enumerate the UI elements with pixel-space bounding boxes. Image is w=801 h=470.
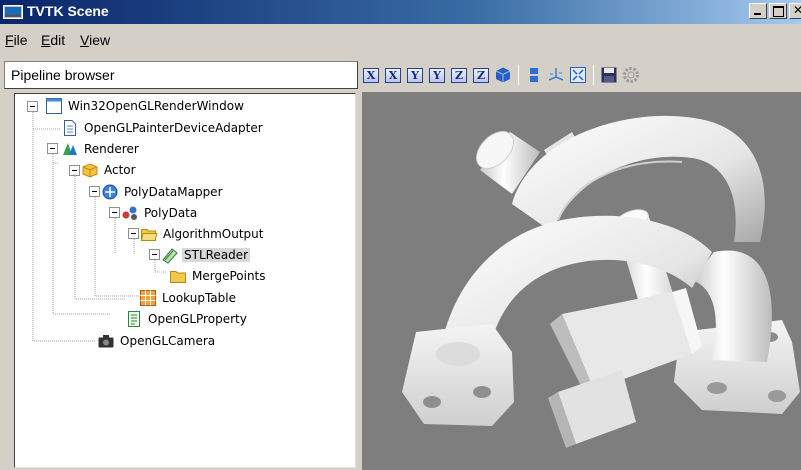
tree-node-label: OpenGLProperty	[148, 312, 247, 326]
lookup-table-icon	[140, 290, 156, 306]
view-minus-y-button[interactable]: Y	[428, 66, 446, 84]
app-icon	[3, 5, 23, 19]
view-z-icon: Z	[451, 67, 467, 83]
camera-icon	[98, 335, 114, 348]
tree-node-label: PolyData	[144, 206, 198, 220]
render-viewport[interactable]	[362, 92, 801, 470]
window-icon	[46, 98, 62, 114]
tree-node-label: PolyDataMapper	[124, 185, 223, 199]
configure-scene-button[interactable]	[622, 66, 640, 84]
tree-node-openglproperty[interactable]: OpenGLProperty	[125, 309, 249, 329]
minimize-button[interactable]	[749, 3, 767, 19]
gear-icon	[623, 67, 639, 83]
tree-node-openglpainterdeviceadapter[interactable]: OpenGLPainterDeviceAdapter	[61, 118, 265, 138]
toolbar-separator	[518, 65, 519, 85]
tree-node-label: Win32OpenGLRenderWindow	[68, 99, 244, 113]
view-minus-z-button[interactable]: Z	[472, 66, 490, 84]
view-plus-x-button[interactable]: X	[362, 66, 380, 84]
show-axes-button[interactable]	[547, 66, 565, 84]
view-minus-x-button[interactable]: X	[384, 66, 402, 84]
tree-node-label: LookupTable	[162, 291, 236, 305]
tree-node-label: OpenGLCamera	[120, 334, 216, 348]
title-bar[interactable]: TVTK Scene	[0, 0, 801, 24]
tree-node-lookuptable[interactable]: LookupTable	[139, 288, 238, 308]
projection-icon	[530, 68, 538, 82]
axes-icon	[548, 68, 564, 81]
view-plus-z-button[interactable]: Z	[450, 66, 468, 84]
toolbar-separator	[593, 65, 594, 85]
collapse-toggle-polydatamapper[interactable]	[89, 186, 100, 197]
menu-view[interactable]: View	[80, 32, 110, 48]
property-icon	[128, 311, 140, 327]
view-plus-y-button[interactable]: Y	[406, 66, 424, 84]
collapse-toggle-stlreader[interactable]	[149, 249, 160, 260]
tree-node-label: Renderer	[84, 142, 139, 156]
stl-model	[402, 115, 800, 448]
collapse-toggle-render-window[interactable]	[27, 101, 38, 112]
tree-node-label: Actor	[104, 163, 136, 177]
polydata-icon	[122, 206, 137, 220]
tree-node-win32openglrenderwindow[interactable]: Win32OpenGLRenderWindow	[45, 96, 246, 116]
folder-open-icon	[140, 229, 158, 241]
full-screen-button[interactable]	[569, 66, 587, 84]
cube-icon	[495, 67, 511, 83]
menu-file[interactable]: File	[5, 32, 28, 48]
folder-icon	[170, 271, 186, 283]
window-title: TVTK Scene	[27, 3, 109, 19]
view-y-icon: Y	[429, 67, 445, 83]
collapse-toggle-polydata[interactable]	[109, 207, 120, 218]
tree-node-actor[interactable]: Actor	[81, 160, 138, 180]
tree-node-stlreader[interactable]: STLReader	[161, 245, 251, 265]
tree-node-mergepoints[interactable]: MergePoints	[169, 266, 268, 286]
view-x-icon: X	[363, 67, 379, 83]
tree-node-algorithmoutput[interactable]: AlgorithmOutput	[140, 224, 265, 244]
view-y-icon: Y	[407, 67, 423, 83]
parallel-projection-button[interactable]	[525, 66, 543, 84]
tree-node-polydata[interactable]: PolyData	[121, 203, 199, 223]
pipeline-tree[interactable]: Win32OpenGLRenderWindow OpenGLPainterDev…	[14, 93, 356, 468]
floppy-disk-icon	[601, 67, 617, 83]
pipeline-browser-header: Pipeline browser	[4, 61, 358, 89]
close-button[interactable]	[789, 3, 801, 19]
reader-icon	[162, 248, 178, 264]
menu-bar: File Edit View	[0, 24, 801, 52]
collapse-toggle-actor[interactable]	[69, 165, 80, 176]
menu-edit[interactable]: Edit	[41, 32, 65, 48]
tree-node-label: MergePoints	[192, 269, 266, 283]
collapse-toggle-renderer[interactable]	[47, 143, 58, 154]
actor-icon	[82, 163, 98, 178]
pipeline-browser-title: Pipeline browser	[11, 67, 115, 83]
tree-node-openglcamera[interactable]: OpenGLCamera	[97, 331, 217, 351]
isometric-view-button[interactable]	[494, 66, 512, 84]
scene-toolbar: X X Y Y Z Z	[362, 62, 644, 88]
renderer-icon	[63, 143, 77, 155]
tree-node-label: AlgorithmOutput	[163, 227, 264, 241]
tree-node-label: OpenGLPainterDeviceAdapter	[84, 121, 263, 135]
view-x-icon: X	[385, 67, 401, 83]
maximize-button[interactable]	[769, 3, 787, 19]
tree-node-renderer[interactable]: Renderer	[61, 139, 141, 159]
view-z-icon: Z	[473, 67, 489, 83]
mapper-icon	[102, 184, 118, 200]
document-icon	[64, 120, 76, 136]
collapse-toggle-algorithmoutput[interactable]	[128, 228, 139, 239]
fullscreen-icon	[570, 67, 586, 83]
save-snapshot-button[interactable]	[600, 66, 618, 84]
tree-node-label: STLReader	[182, 248, 251, 262]
tree-node-polydatamapper[interactable]: PolyDataMapper	[101, 182, 225, 202]
